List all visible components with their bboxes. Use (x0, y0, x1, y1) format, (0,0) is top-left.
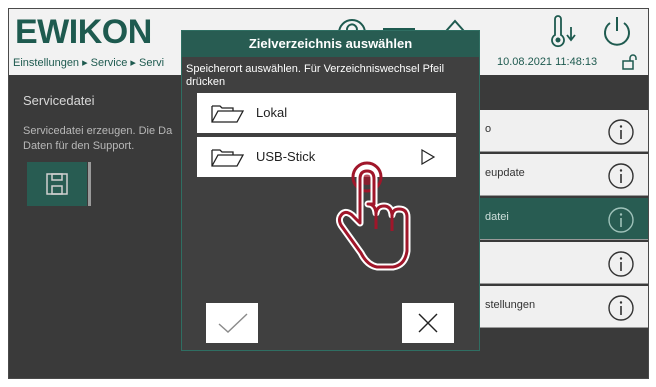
power-icon[interactable] (598, 13, 636, 51)
info-icon[interactable] (608, 295, 634, 321)
save-button-divider (88, 162, 91, 206)
info-icon[interactable] (608, 119, 634, 145)
section-description: Servicedatei erzeugen. Die Da Daten für … (23, 125, 173, 152)
temperature-icon[interactable] (547, 15, 579, 49)
ewikon-logo: EWIKON (15, 13, 152, 51)
screen: EWIKON Einstellungen ▸ Service ▸ Servi 1… (9, 9, 648, 379)
folder-icon (211, 149, 245, 167)
service-item-label: eupdate (485, 167, 525, 179)
info-icon[interactable] (608, 163, 634, 189)
checkmark-icon (218, 313, 248, 333)
datetime-display: 10.08.2021 11:48:13 (497, 56, 598, 68)
arrow-right-icon[interactable] (420, 149, 436, 165)
breadcrumb: Einstellungen ▸ Service ▸ Servi (13, 57, 165, 69)
option-usb-stick[interactable]: USB-Stick (197, 137, 456, 177)
option-local[interactable]: Lokal (197, 93, 456, 133)
confirm-button[interactable] (206, 303, 258, 343)
service-item-label: o (485, 123, 492, 135)
floppy-disk-icon (46, 173, 68, 195)
service-item-label: stellungen (485, 299, 536, 311)
dialog-instruction: Speicherort auswählen. Für Verzeichniswe… (186, 63, 445, 88)
cancel-button[interactable] (402, 303, 454, 343)
service-item-label: datei (485, 211, 509, 223)
folder-icon (211, 105, 245, 123)
option-label: Lokal (256, 105, 288, 120)
target-directory-dialog: Zielverzeichnis auswählen Speicherort au… (181, 30, 480, 351)
close-icon (418, 313, 438, 333)
lock-icon[interactable] (621, 53, 639, 71)
option-label: USB-Stick (256, 149, 316, 164)
info-icon[interactable] (608, 207, 634, 233)
save-button[interactable] (27, 162, 91, 206)
tap-gesture-hand-icon (335, 161, 411, 271)
info-icon[interactable] (608, 251, 634, 277)
section-title: Servicedatei (23, 93, 95, 108)
dialog-title: Zielverzeichnis auswählen (182, 31, 479, 57)
